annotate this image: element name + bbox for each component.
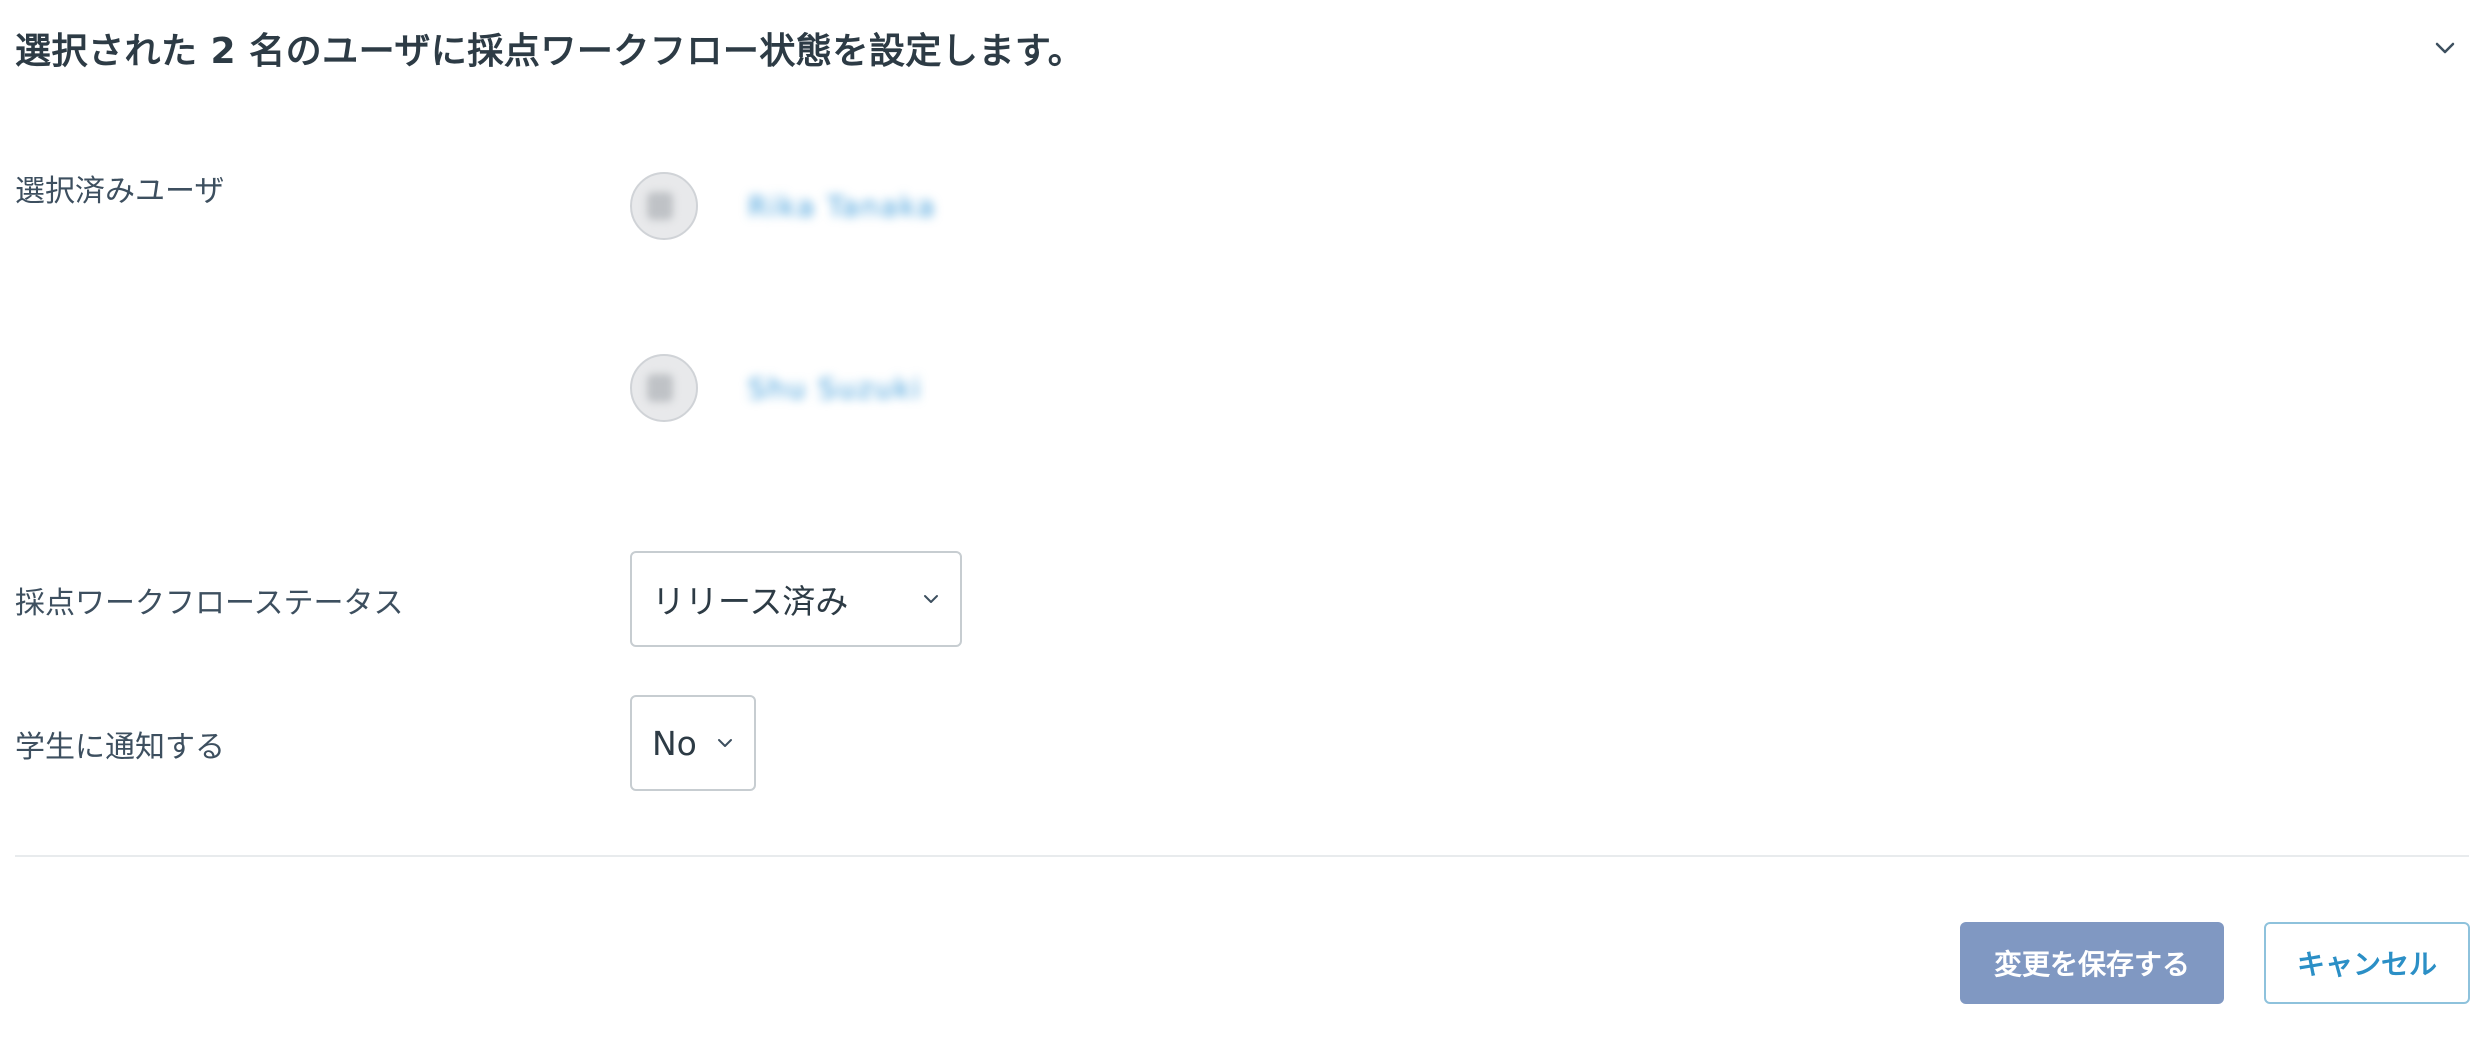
cancel-button[interactable]: キャンセル	[2264, 922, 2470, 1004]
avatar-initials	[647, 374, 673, 402]
selected-users-label: 選択済みユーザ	[15, 174, 225, 209]
page-title: 選択された 2 名のユーザに採点ワークフロー状態を設定します。	[15, 31, 1085, 72]
notify-students-select[interactable]: No	[630, 695, 756, 791]
workflow-status-value: リリース済み	[652, 582, 849, 621]
notify-students-label: 学生に通知する	[15, 730, 225, 765]
collapse-button[interactable]	[2421, 24, 2469, 72]
avatar-initials	[647, 192, 673, 220]
save-button[interactable]: 変更を保存する	[1960, 922, 2224, 1004]
notify-students-value: No	[652, 723, 697, 763]
chevron-down-icon	[718, 739, 732, 747]
workflow-status-label: 採点ワークフローステータス	[15, 586, 404, 621]
user-name-link[interactable]: Shu Suzuki	[748, 372, 922, 405]
workflow-status-select[interactable]: リリース済み	[630, 551, 962, 647]
user-name-link[interactable]: Rika Tanaka	[748, 190, 936, 223]
avatar	[630, 172, 698, 240]
selected-user-row: Rika Tanaka	[630, 170, 936, 242]
chevron-down-icon	[2435, 42, 2455, 54]
selected-user-row: Shu Suzuki	[630, 352, 922, 424]
dialog-header: 選択された 2 名のユーザに採点ワークフロー状態を設定します。	[15, 20, 2469, 76]
divider	[15, 855, 2469, 857]
chevron-down-icon	[924, 595, 938, 603]
avatar	[630, 354, 698, 422]
